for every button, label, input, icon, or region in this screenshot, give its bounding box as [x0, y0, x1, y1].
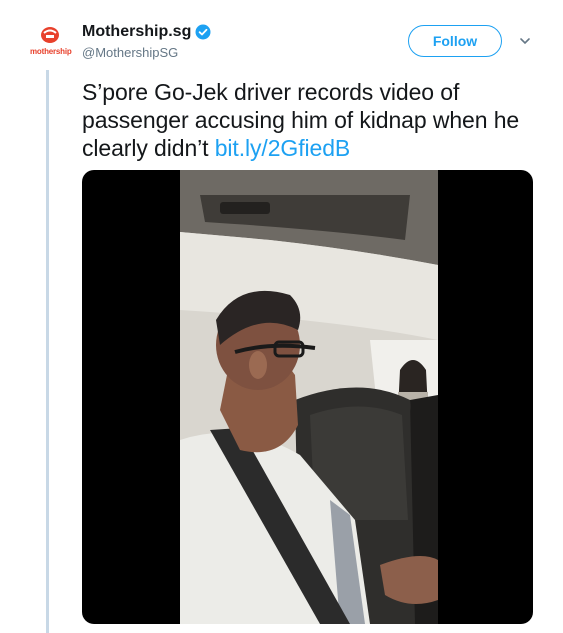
chevron-down-icon[interactable] — [518, 34, 532, 48]
tweet-text: S’pore Go-Jek driver records video of pa… — [82, 78, 552, 162]
avatar-label: mothership — [30, 47, 72, 56]
video-frame — [180, 170, 438, 624]
author-handle[interactable]: @MothershipSG — [82, 45, 178, 60]
author-name-row[interactable]: Mothership.sg — [82, 23, 211, 41]
tweet-link[interactable]: bit.ly/2GfiedB — [215, 135, 350, 161]
thread-line — [46, 70, 49, 633]
follow-button[interactable]: Follow — [408, 25, 502, 57]
mothership-logo-icon — [41, 27, 59, 43]
author-display-name[interactable]: Mothership.sg — [82, 23, 191, 41]
verified-badge-icon — [195, 24, 211, 40]
video-player[interactable] — [82, 170, 533, 624]
